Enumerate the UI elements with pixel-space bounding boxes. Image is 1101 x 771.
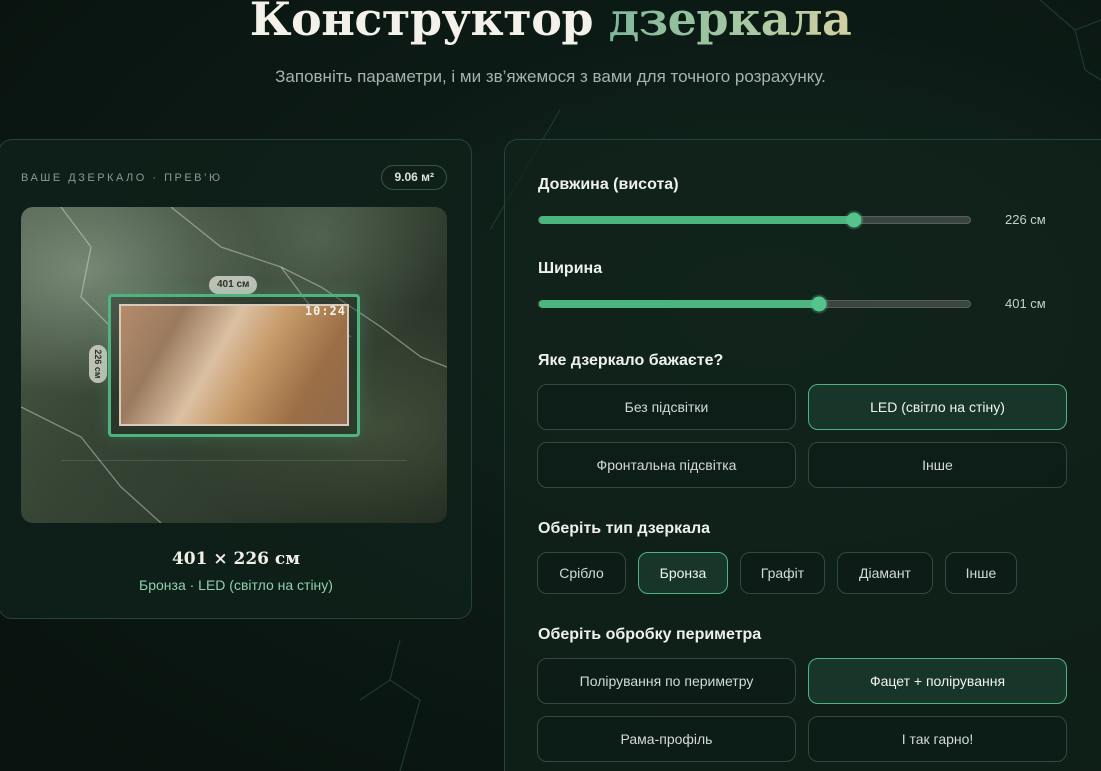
width-slider-fill — [539, 300, 820, 308]
mirror-frame: 10:24 — [108, 294, 360, 437]
mirror-kind-option-other[interactable]: Інше — [808, 442, 1067, 488]
title-accent: дзеркала — [609, 0, 852, 46]
wall-preview: 401 см 226 см 10:24 — [21, 207, 447, 523]
edge-option-facet[interactable]: Фацет + полірування — [808, 658, 1067, 704]
edge-option-frame[interactable]: Рама-профіль — [537, 716, 796, 762]
length-value: 226 см — [1005, 212, 1046, 227]
width-slider-thumb[interactable] — [811, 296, 827, 312]
length-label: Довжина (висота) — [538, 176, 679, 193]
page-title: Конструктор дзеркала — [0, 0, 1101, 46]
floor-line — [61, 460, 407, 461]
preview-heading: ВАШЕ ДЗЕРКАЛО · ПРЕВ’Ю — [21, 172, 223, 184]
length-slider-thumb[interactable] — [846, 212, 862, 228]
preview-card: ВАШЕ ДЗЕРКАЛО · ПРЕВ’Ю 9.06 м² 401 см 22… — [0, 139, 472, 619]
mirror-kind-label: Яке дзеркало бажаєте? — [538, 352, 724, 369]
width-slider[interactable] — [538, 296, 971, 312]
mirror-kind-option-front[interactable]: Фронтальна підсвітка — [537, 442, 796, 488]
width-label: Ширина — [538, 260, 603, 277]
edge-label: Оберіть обробку периметра — [538, 626, 762, 643]
mirror-kind-option-none[interactable]: Без підсвітки — [537, 384, 796, 430]
mirror-type-option-silver[interactable]: Срібло — [537, 552, 626, 594]
mirror-summary: Бронза · LED (світло на стіну) — [139, 577, 333, 593]
mirror-size-title: 401 × 226 см — [171, 549, 301, 569]
mirror-kind-option-led[interactable]: LED (світло на стіну) — [808, 384, 1067, 430]
edge-option-none[interactable]: І так гарно! — [808, 716, 1067, 762]
width-value: 401 см — [1005, 296, 1046, 311]
height-dimension-text: 226 см — [93, 349, 103, 379]
edge-option-polish[interactable]: Полірування по периметру — [537, 658, 796, 704]
title-main: Конструктор — [249, 0, 594, 46]
config-panel: Довжина (висота) 226 см Ширина 401 см Як… — [504, 139, 1101, 771]
length-slider-fill — [539, 216, 854, 224]
mirror-type-option-bronze[interactable]: Бронза — [638, 552, 728, 594]
area-badge: 9.06 м² — [381, 165, 447, 190]
mirror-type-option-other[interactable]: Інше — [945, 552, 1017, 594]
mirror-glass — [119, 304, 349, 426]
mirror-type-label: Оберіть тип дзеркала — [538, 520, 711, 537]
page-subtitle: Заповніть параметри, і ми зв’яжемося з в… — [275, 67, 826, 86]
width-dimension-tag: 401 см — [209, 276, 258, 294]
mirror-type-option-graphite[interactable]: Графіт — [740, 552, 825, 594]
mirror-clock: 10:24 — [304, 304, 346, 318]
length-slider[interactable] — [538, 212, 971, 228]
height-dimension-tag: 226 см — [89, 345, 107, 383]
mirror-type-option-diamond[interactable]: Діамант — [837, 552, 933, 594]
